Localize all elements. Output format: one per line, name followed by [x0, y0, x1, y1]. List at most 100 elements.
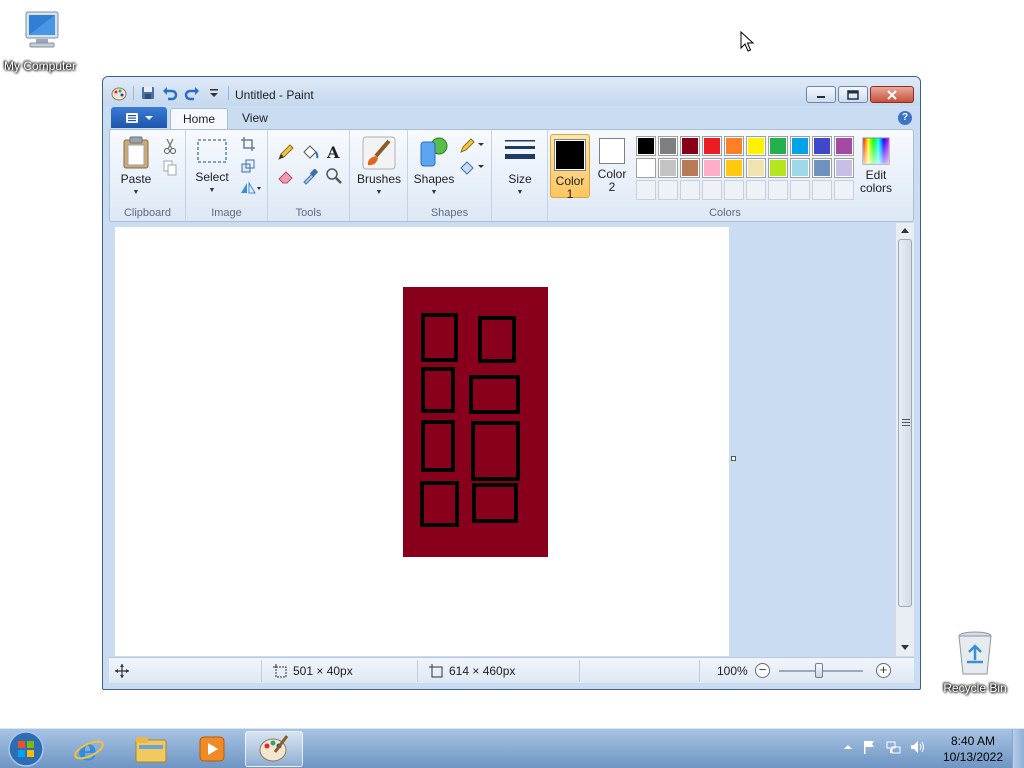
palette-swatch[interactable]: [768, 158, 788, 178]
show-desktop-button[interactable]: [1012, 729, 1024, 768]
palette-swatch[interactable]: [746, 158, 766, 178]
palette-swatch[interactable]: [636, 158, 656, 178]
paint-palette-icon: [259, 735, 289, 762]
color-2-button[interactable]: Color 2: [592, 138, 632, 194]
cut-button[interactable]: [160, 136, 180, 156]
size-button[interactable]: Size ▼: [498, 136, 542, 199]
palette-swatch[interactable]: [812, 136, 832, 156]
save-icon[interactable]: [140, 85, 156, 101]
palette-swatch[interactable]: [658, 136, 678, 156]
maximize-button[interactable]: [838, 86, 868, 103]
swatch-fill: [748, 160, 764, 176]
tools-group-title: Tools: [295, 207, 322, 219]
palette-swatch[interactable]: [702, 136, 722, 156]
shapes-button[interactable]: Shapes ▼: [412, 136, 456, 199]
help-icon[interactable]: ?: [898, 111, 912, 125]
scrollbar-thumb[interactable]: [898, 239, 912, 607]
status-divider: [699, 660, 700, 682]
undo-icon[interactable]: [162, 85, 178, 101]
brush-icon: [362, 136, 396, 170]
minimize-button[interactable]: [806, 86, 836, 103]
scroll-down-arrow-icon[interactable]: [897, 642, 914, 654]
taskbar-clock[interactable]: 8:40 AM 10/13/2022: [940, 733, 1006, 765]
palette-swatch[interactable]: [724, 158, 744, 178]
taskbar-media-player[interactable]: [183, 731, 241, 767]
edit-colors-button[interactable]: Edit colors: [854, 136, 898, 195]
tab-home[interactable]: Home: [170, 108, 229, 129]
palette-swatch[interactable]: [636, 136, 656, 156]
rotate-button[interactable]: [238, 178, 264, 198]
palette-swatch[interactable]: [724, 136, 744, 156]
color-1-button[interactable]: Color 1: [550, 134, 590, 201]
canvas-resize-handle[interactable]: [731, 456, 736, 461]
palette-swatch[interactable]: [834, 136, 854, 156]
palette-swatch[interactable]: [834, 158, 854, 178]
paint-menu-button[interactable]: [111, 107, 167, 128]
palette-swatch[interactable]: [790, 158, 810, 178]
custom-color-slot[interactable]: [724, 180, 744, 200]
palette-swatch[interactable]: [790, 136, 810, 156]
scroll-up-arrow-icon[interactable]: [897, 225, 914, 237]
network-icon[interactable]: [885, 739, 901, 755]
zoom-slider-thumb[interactable]: [815, 663, 823, 678]
eraser-icon: [278, 171, 293, 184]
clock-time: 8:40 AM: [950, 734, 996, 748]
palette-swatch[interactable]: [658, 158, 678, 178]
eraser-tool[interactable]: [276, 166, 296, 186]
show-hidden-icons-icon[interactable]: [843, 742, 853, 752]
taskbar: e 8:40 AM 10/13/2022: [0, 728, 1024, 768]
color-1-swatch: [554, 139, 586, 171]
color-picker-tool[interactable]: [300, 166, 320, 186]
custom-color-slot[interactable]: [658, 180, 678, 200]
palette-swatch[interactable]: [702, 158, 722, 178]
fill-tool[interactable]: [300, 142, 320, 162]
custom-color-slot[interactable]: [812, 180, 832, 200]
palette-swatch[interactable]: [680, 158, 700, 178]
palette-swatch[interactable]: [812, 158, 832, 178]
custom-color-slot[interactable]: [636, 180, 656, 200]
customize-qat-dropdown-icon[interactable]: [206, 85, 222, 101]
taskbar-paint[interactable]: [245, 731, 303, 767]
system-tray: [843, 739, 925, 755]
recycle-bin-label: Recycle Bin: [943, 681, 1007, 695]
swatch-fill: [682, 160, 698, 176]
recycle-bin-desktop-icon[interactable]: Recycle Bin: [935, 630, 1015, 695]
tab-view[interactable]: View: [230, 108, 280, 129]
text-tool[interactable]: A: [324, 142, 344, 162]
start-button[interactable]: [6, 729, 46, 768]
action-center-flag-icon[interactable]: [861, 739, 877, 755]
zoom-in-button[interactable]: +: [876, 663, 891, 678]
my-computer-desktop-icon[interactable]: My Computer: [0, 10, 80, 73]
crop-button[interactable]: [238, 134, 258, 154]
custom-color-slot[interactable]: [768, 180, 788, 200]
palette-swatch[interactable]: [768, 136, 788, 156]
swatch-fill: [638, 138, 654, 154]
resize-button[interactable]: [238, 156, 258, 176]
outline-button[interactable]: [458, 136, 486, 156]
magnifier-tool[interactable]: [324, 166, 344, 186]
taskbar-file-explorer[interactable]: [122, 731, 180, 767]
title-bar[interactable]: Untitled - Paint: [103, 77, 920, 106]
vertical-scrollbar[interactable]: [895, 223, 914, 656]
volume-icon[interactable]: [909, 739, 925, 755]
close-button[interactable]: [870, 86, 914, 103]
select-button[interactable]: Select ▼: [190, 136, 234, 197]
canvas-workspace: [109, 223, 895, 656]
palette-swatch[interactable]: [680, 136, 700, 156]
custom-color-slot[interactable]: [746, 180, 766, 200]
zoom-out-button[interactable]: −: [755, 663, 770, 678]
paint-app-icon[interactable]: [111, 85, 127, 101]
paste-button[interactable]: Paste ▼: [114, 136, 158, 199]
redo-icon[interactable]: [184, 85, 200, 101]
custom-color-slot[interactable]: [702, 180, 722, 200]
brushes-button[interactable]: Brushes ▼: [356, 136, 402, 199]
custom-color-slot[interactable]: [834, 180, 854, 200]
copy-button[interactable]: [160, 158, 180, 178]
palette-swatch[interactable]: [746, 136, 766, 156]
taskbar-internet-explorer[interactable]: e: [60, 731, 118, 767]
pencil-tool[interactable]: [276, 142, 296, 162]
custom-color-slot[interactable]: [680, 180, 700, 200]
custom-color-slot[interactable]: [790, 180, 810, 200]
fill-button[interactable]: [458, 158, 486, 178]
drawing-canvas[interactable]: [115, 227, 729, 656]
